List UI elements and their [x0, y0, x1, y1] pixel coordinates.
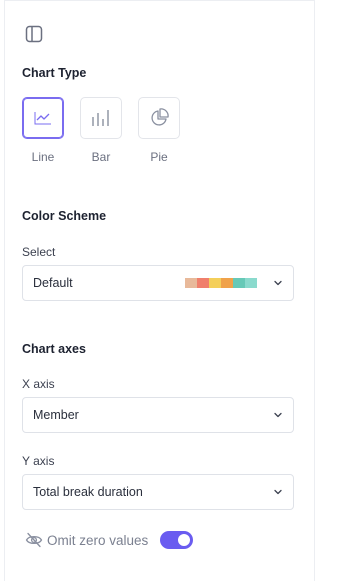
color-swatch	[233, 278, 245, 288]
chart-axes-title: Chart axes	[22, 342, 86, 356]
x-axis-select[interactable]: Member	[22, 397, 294, 433]
line-chart-icon	[34, 112, 51, 125]
bar-chart-button[interactable]	[80, 97, 122, 139]
pie-chart-icon	[151, 108, 169, 126]
pie-chart-button[interactable]	[138, 97, 180, 139]
color-scheme-select-label: Select	[22, 245, 56, 259]
chevron-down-icon	[274, 412, 282, 418]
chevron-down-icon	[274, 489, 282, 495]
bar-chart-icon	[92, 110, 109, 126]
omit-zero-label: Omit zero values	[47, 532, 149, 548]
omit-zero-toggle[interactable]	[160, 531, 194, 549]
bar-chart-label: Bar	[91, 150, 111, 164]
color-scheme-value: Default	[33, 276, 73, 290]
chart-settings-panel: Chart Type Line Bar Pie Color Scheme Sel…	[4, 0, 315, 581]
color-swatch	[209, 278, 221, 288]
line-chart-button[interactable]	[22, 97, 64, 139]
y-axis-select[interactable]: Total break duration	[22, 474, 294, 510]
color-swatch	[185, 278, 197, 288]
color-swatches	[185, 278, 257, 288]
y-axis-value: Total break duration	[33, 485, 143, 499]
sidebar-toggle-icon[interactable]	[25, 25, 45, 45]
color-scheme-select[interactable]: Default	[22, 265, 294, 301]
chevron-down-icon	[274, 280, 282, 286]
color-swatch	[197, 278, 209, 288]
omit-zero-row: Omit zero values	[25, 531, 194, 549]
pie-chart-label: Pie	[150, 150, 168, 164]
eye-off-icon	[25, 532, 43, 548]
color-swatch	[221, 278, 233, 288]
toggle-knob	[178, 534, 191, 546]
x-axis-value: Member	[33, 408, 79, 422]
chart-type-title: Chart Type	[22, 66, 87, 80]
color-swatch	[245, 278, 257, 288]
y-axis-label: Y axis	[22, 454, 55, 468]
x-axis-label: X axis	[22, 377, 55, 391]
color-scheme-title: Color Scheme	[22, 209, 107, 223]
line-chart-label: Line	[31, 150, 55, 164]
